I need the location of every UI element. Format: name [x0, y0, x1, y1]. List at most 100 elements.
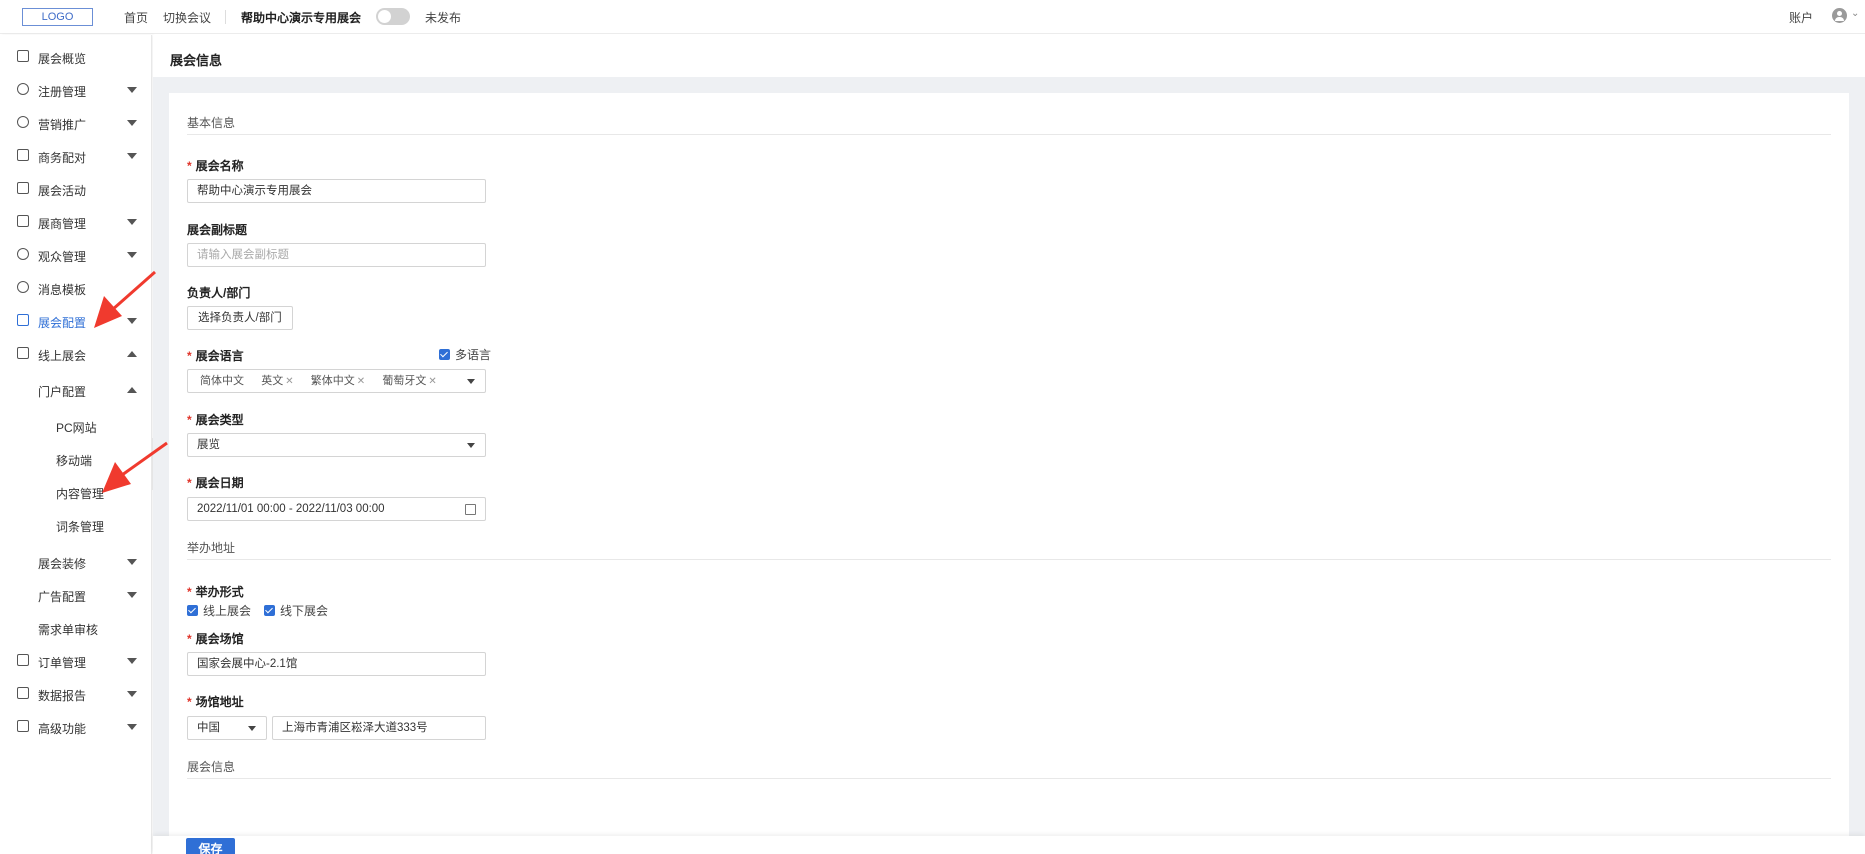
chevron-down-icon [467, 443, 475, 448]
sidebar-item-marketing[interactable]: 营销推广 [0, 109, 152, 137]
section-address: 举办地址 [187, 541, 236, 555]
sidebar-item-label: 移动端 [56, 454, 93, 468]
document-icon [17, 654, 29, 666]
venue-address-label: * 场馆地址 [187, 695, 244, 709]
account-link[interactable]: 账户 [1789, 9, 1813, 26]
address-input[interactable]: 上海市青浦区崧泽大道333号 [272, 716, 486, 740]
line-chart-icon [17, 687, 29, 699]
online-event-checkbox[interactable] [187, 605, 198, 616]
chevron-down-icon[interactable]: ⌄ [1851, 8, 1859, 19]
copy-icon [17, 149, 29, 161]
sidebar-item-label: 高级功能 [38, 722, 87, 736]
offline-event-label: 线下展会 [280, 604, 329, 618]
divider [225, 10, 226, 24]
sidebar-item-label: 注册管理 [38, 85, 87, 99]
main-content: 展会信息 基本信息 * 展会名称 帮助中心演示专用展会 展会副标题 请输入展会副标… [153, 35, 1865, 854]
sidebar-item-label: 观众管理 [38, 250, 87, 264]
sidebar-item-glossary[interactable]: 词条管理 [0, 511, 152, 539]
sidebar-item-label: 线上展会 [38, 349, 87, 363]
multilang-checkbox[interactable] [439, 349, 450, 360]
close-icon: ✕ [285, 376, 294, 387]
sidebar-item-label: 展会装修 [38, 557, 87, 571]
sidebar-item-decoration[interactable]: 展会装修 [0, 548, 152, 576]
overview-icon [17, 50, 29, 62]
sidebar-item-label: 数据报告 [38, 689, 87, 703]
event-info-form: 基本信息 * 展会名称 帮助中心演示专用展会 展会副标题 请输入展会副标题 负责人… [169, 93, 1849, 854]
logo[interactable]: LOGO [22, 8, 93, 26]
monitor-icon [17, 347, 29, 359]
sidebar-item-pc-site[interactable]: PC网站 [0, 412, 152, 440]
sidebar-item-portal-config[interactable]: 门户配置 [0, 376, 152, 404]
save-button[interactable]: 保存 [186, 838, 235, 854]
sidebar-item-label: 词条管理 [56, 520, 105, 534]
country-select[interactable]: 中国 [187, 716, 267, 740]
sidebar-item-registration[interactable]: 注册管理 [0, 76, 152, 104]
event-subtitle-input[interactable]: 请输入展会副标题 [187, 243, 486, 267]
settings-file-icon [17, 314, 29, 326]
chevron-down-icon [248, 726, 256, 731]
grid-icon [17, 720, 29, 732]
event-name-input[interactable]: 帮助中心演示专用展会 [187, 179, 486, 203]
chevron-down-icon [127, 592, 137, 598]
sidebar-item-orders[interactable]: 订单管理 [0, 647, 152, 675]
event-date-label: * 展会日期 [187, 476, 244, 490]
sidebar-item-reports[interactable]: 数据报告 [0, 680, 152, 708]
publish-toggle[interactable] [376, 8, 410, 25]
top-bar: LOGO 首页 切换会议 帮助中心演示专用展会 未发布 账户 ⌄ [0, 0, 1865, 34]
language-tag: 英文 ✕ [261, 375, 294, 387]
sidebar-item-online-event[interactable]: 线上展会 [0, 340, 152, 368]
sidebar-item-content-management[interactable]: 内容管理 [0, 478, 152, 506]
database-icon [17, 248, 29, 260]
sidebar-item-label: 营销推广 [38, 118, 87, 132]
sidebar-item-ads[interactable]: 广告配置 [0, 581, 152, 609]
chevron-down-icon [127, 153, 137, 159]
publish-status: 未发布 [425, 11, 462, 25]
nav-switch-meeting-link[interactable]: 切换会议 [163, 9, 211, 26]
chevron-down-icon [127, 87, 137, 93]
bell-icon [17, 281, 29, 293]
offline-event-checkbox[interactable] [264, 605, 275, 616]
section-event-info: 展会信息 [187, 760, 236, 774]
owner-label: 负责人/部门 [187, 286, 251, 300]
event-date-range-picker[interactable]: 2022/11/01 00:00 - 2022/11/03 00:00 [187, 497, 486, 521]
sidebar-item-mobile[interactable]: 移动端 [0, 445, 152, 473]
user-avatar-icon[interactable] [1832, 8, 1847, 23]
close-icon: ✕ [428, 376, 437, 387]
chevron-down-icon [127, 559, 137, 565]
event-type-select[interactable]: 展览 [187, 433, 486, 457]
sidebar-item-activities[interactable]: 展会活动 [0, 175, 152, 203]
sidebar-item-event-config[interactable]: 展会配置 [0, 307, 152, 335]
page-title: 展会信息 [170, 53, 223, 68]
language-tag: 简体中文 [200, 375, 244, 387]
event-language-label: * 展会语言 [187, 349, 244, 363]
sidebar-item-label: 展会概览 [38, 52, 87, 66]
nav-home-link[interactable]: 首页 [124, 9, 148, 26]
chevron-down-icon [127, 252, 137, 258]
select-owner-button[interactable]: 选择负责人/部门 [187, 306, 293, 330]
calendar-icon [465, 504, 476, 515]
chevron-down-icon [127, 724, 137, 730]
event-subtitle-label: 展会副标题 [187, 223, 248, 237]
venue-input[interactable]: 国家会展中心-2.1馆 [187, 652, 486, 676]
sidebar-item-matchmaking[interactable]: 商务配对 [0, 142, 152, 170]
bookmark-icon [17, 182, 29, 194]
sidebar: 展会概览 注册管理 营销推广 商务配对 展会活动 展商管理 观众管理 消息模板 … [0, 35, 152, 854]
page-header: 展会信息 [153, 35, 1865, 77]
language-multiselect[interactable]: 简体中文 英文 ✕ 繁体中文 ✕ 葡萄牙文 ✕ [187, 369, 486, 393]
sidebar-item-audience[interactable]: 观众管理 [0, 241, 152, 269]
sidebar-item-overview[interactable]: 展会概览 [0, 43, 152, 71]
sidebar-item-label: 商务配对 [38, 151, 87, 165]
chevron-down-icon [127, 219, 137, 225]
sidebar-item-label: 广告配置 [38, 590, 87, 604]
language-tag: 繁体中文 ✕ [310, 375, 366, 387]
sidebar-item-message-templates[interactable]: 消息模板 [0, 274, 152, 302]
chevron-down-icon [467, 379, 475, 384]
event-name-label: * 展会名称 [187, 159, 244, 173]
event-type-label: * 展会类型 [187, 413, 244, 427]
sidebar-item-demand-review[interactable]: 需求单审核 [0, 614, 152, 642]
sidebar-item-exhibitors[interactable]: 展商管理 [0, 208, 152, 236]
sidebar-item-advanced[interactable]: 高级功能 [0, 713, 152, 741]
store-icon [17, 215, 29, 227]
sidebar-item-label: 展商管理 [38, 217, 87, 231]
chevron-up-icon [127, 387, 137, 393]
